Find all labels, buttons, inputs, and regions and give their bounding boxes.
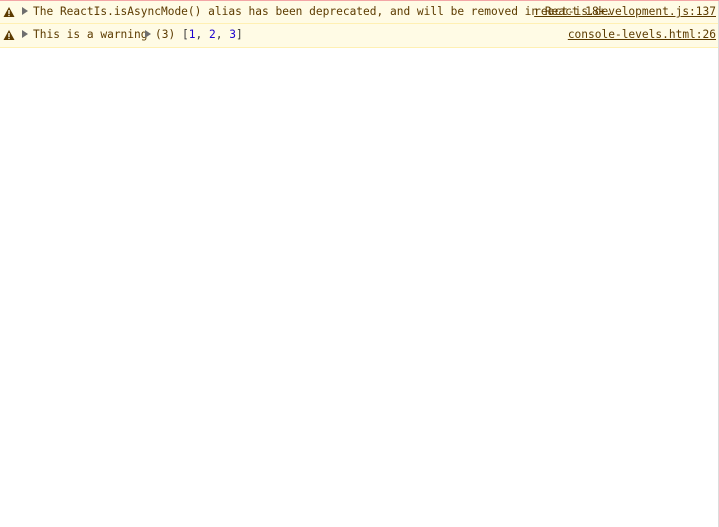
array-open-bracket: [ — [181, 28, 189, 41]
console-panel: The ReactIs.isAsyncMode() alias has been… — [0, 0, 719, 527]
warning-triangle-icon — [3, 30, 15, 40]
array-separator: , — [195, 28, 209, 41]
console-message-warning[interactable]: This is a warning (3) [1, 2, 3] console-… — [0, 24, 718, 48]
array-preview[interactable]: (3) [1, 2, 3] — [144, 28, 243, 42]
message-text: This is a warning — [33, 28, 148, 41]
array-length: (3) — [155, 28, 176, 41]
warning-triangle-icon — [3, 7, 15, 17]
array-close-bracket: ] — [235, 28, 243, 41]
message-text: The ReactIs.isAsyncMode() alias has been… — [33, 5, 613, 18]
console-message-warning[interactable]: The ReactIs.isAsyncMode() alias has been… — [0, 0, 718, 24]
array-item: 2 — [208, 28, 216, 41]
source-link[interactable]: console-levels.html:26 — [568, 28, 716, 42]
expand-array-icon[interactable] — [144, 30, 152, 38]
expand-triangle-icon[interactable] — [21, 30, 29, 38]
expand-triangle-icon[interactable] — [21, 7, 29, 15]
array-separator: , — [215, 28, 230, 41]
source-link[interactable]: react-is.development.js:137 — [534, 5, 716, 19]
array-item: 3 — [229, 28, 236, 41]
